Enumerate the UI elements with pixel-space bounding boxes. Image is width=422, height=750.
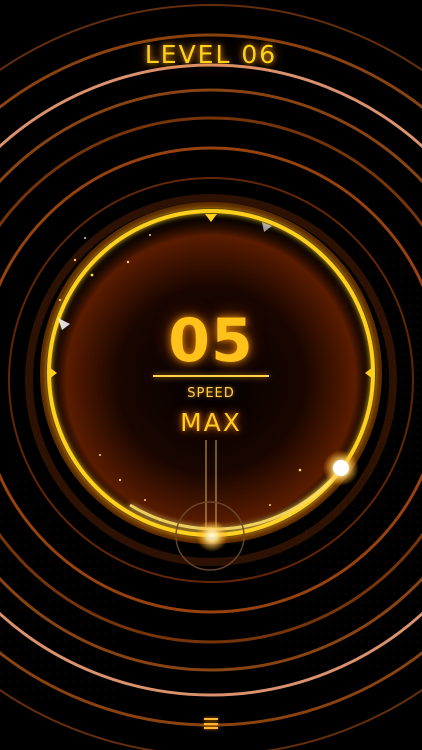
menu-button[interactable]: [196, 710, 226, 736]
hamburger-menu-icon: [204, 718, 218, 729]
speed-label: SPEED: [187, 386, 235, 401]
speed-value: MAX: [180, 408, 242, 437]
game-screen[interactable]: LEVEL 06 05 SPEED MAX: [0, 0, 422, 750]
moving-orb: [333, 460, 349, 476]
level-title: LEVEL 06: [144, 40, 278, 69]
score-counter: 05: [168, 306, 254, 376]
counter-divider: [153, 375, 269, 377]
